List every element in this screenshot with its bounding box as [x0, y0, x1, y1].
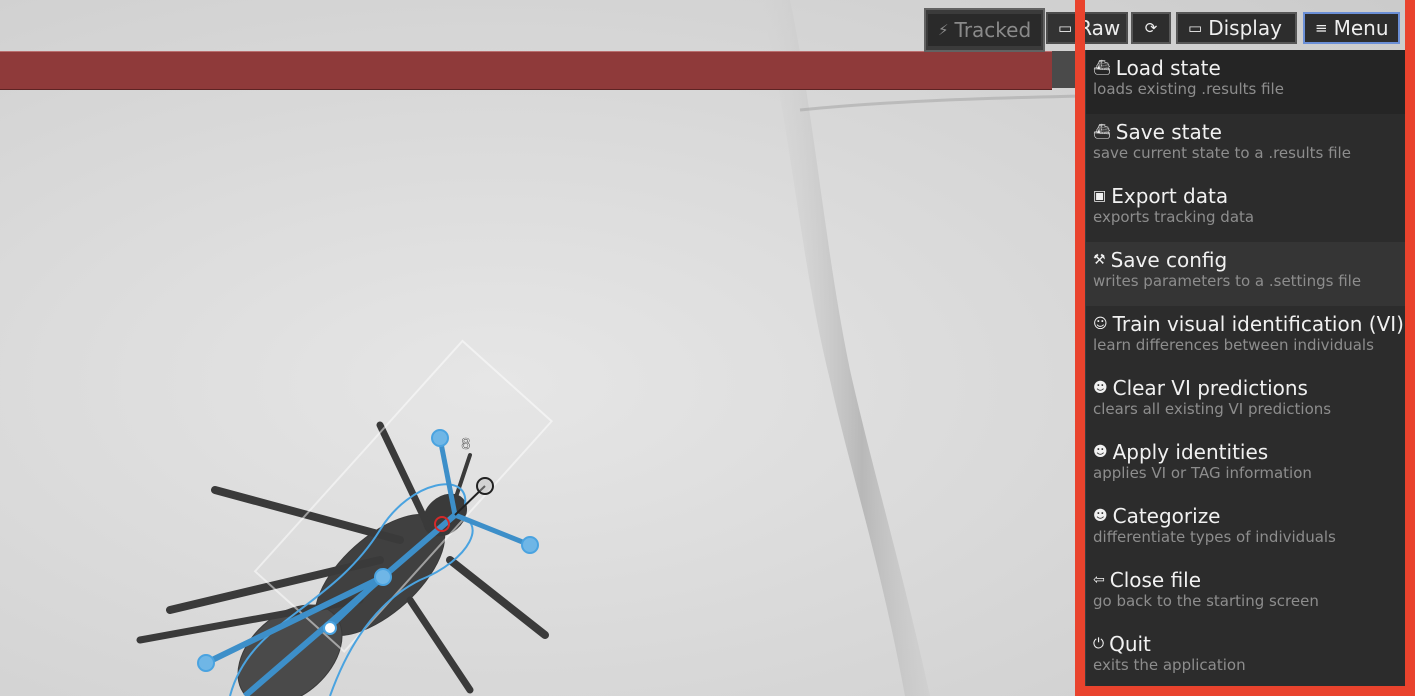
masks-icon: ☺: [1093, 316, 1108, 332]
skull-icon: ☻: [1093, 380, 1108, 396]
tracked-label: Tracked: [954, 18, 1032, 42]
menu-item-export-data[interactable]: ▣ Export data exports tracking data: [1086, 178, 1406, 242]
main-menu-dropdown: ⛴ Load state loads existing .results file…: [1085, 50, 1406, 686]
back-arrow-icon: ⇦: [1093, 572, 1105, 588]
menu-item-quit[interactable]: ⏻ Quit exits the application: [1086, 626, 1406, 690]
monitor-icon: ▭: [1188, 19, 1203, 37]
menu-item-description: go back to the starting screen: [1093, 592, 1319, 610]
menu-item-description: clears all existing VI predictions: [1093, 400, 1332, 418]
menu-item-save-config[interactable]: ⚒ Save config writes parameters to a .set…: [1086, 242, 1406, 306]
menu-item-description: writes parameters to a .settings file: [1093, 272, 1362, 290]
menu-item-save-state[interactable]: ⛴ Save state save current state to a .res…: [1086, 114, 1406, 178]
film-icon: ▭: [1058, 19, 1073, 37]
save-state-icon: ⛴: [1093, 124, 1111, 140]
menu-label: Menu: [1333, 16, 1389, 40]
menu-item-description: applies VI or TAG information: [1093, 464, 1312, 482]
menu-item-title: Clear VI predictions: [1112, 376, 1308, 400]
menu-item-title: Apply identities: [1112, 440, 1269, 464]
hamburger-icon: ≡: [1315, 19, 1328, 37]
menu-item-title: Load state: [1115, 56, 1221, 80]
refresh-button[interactable]: ⟳: [1131, 12, 1171, 44]
menu-item-description: differentiate types of individuals: [1093, 528, 1336, 546]
menu-item-title: Export data: [1111, 184, 1229, 208]
display-label: Display: [1208, 16, 1282, 40]
floppy-icon: ▣: [1093, 188, 1107, 204]
individual-id-label: 8: [461, 435, 471, 453]
menu-item-description: loads existing .results file: [1093, 80, 1284, 98]
menu-item-close-file[interactable]: ⇦ Close file go back to the starting scre…: [1086, 562, 1406, 626]
menu-item-title: Categorize: [1112, 504, 1221, 528]
menu-item-title: Train visual identification (VI): [1112, 312, 1404, 336]
menu-item-title: Quit: [1109, 632, 1151, 656]
raw-label: Raw: [1078, 16, 1121, 40]
menu-item-title: Save config: [1110, 248, 1228, 272]
menu-item-description: learn differences between individuals: [1093, 336, 1374, 354]
menu-item-clear-vi[interactable]: ☻ Clear VI predictions clears all existin…: [1086, 370, 1406, 434]
raw-button[interactable]: ▭ Raw: [1046, 12, 1128, 44]
menu-item-title: Close file: [1109, 568, 1202, 592]
lightning-icon: ⚡: [938, 21, 949, 39]
power-icon: ⏻: [1093, 636, 1105, 652]
timeline-bar-end: [1052, 51, 1082, 88]
menu-item-train-vi[interactable]: ☺ Train visual identification (VI) learn …: [1086, 306, 1406, 370]
menu-item-title: Save state: [1115, 120, 1222, 144]
timeline-bar[interactable]: [0, 51, 1052, 90]
view-mode-toggle: ⚡ Tracked: [924, 8, 1046, 52]
tracked-button[interactable]: ⚡ Tracked: [928, 14, 1042, 46]
load-icon: ⛴: [1093, 60, 1111, 76]
menu-item-apply-identities[interactable]: ☻ Apply identities applies VI or TAG info…: [1086, 434, 1406, 498]
menu-item-categorize[interactable]: ☻ Categorize differentiate types of indiv…: [1086, 498, 1406, 562]
menu-item-description: save current state to a .results file: [1093, 144, 1351, 162]
menu-item-description: exports tracking data: [1093, 208, 1255, 226]
skull-icon: ☻: [1093, 444, 1108, 460]
menu-item-description: exits the application: [1093, 656, 1246, 674]
refresh-icon: ⟳: [1144, 19, 1158, 37]
menu-button[interactable]: ≡ Menu: [1303, 12, 1400, 44]
tools-icon: ⚒: [1093, 252, 1106, 268]
skull-icon: ☻: [1093, 508, 1108, 524]
menu-item-load-state[interactable]: ⛴ Load state loads existing .results file: [1086, 50, 1406, 114]
display-button[interactable]: ▭ Display: [1176, 12, 1297, 44]
